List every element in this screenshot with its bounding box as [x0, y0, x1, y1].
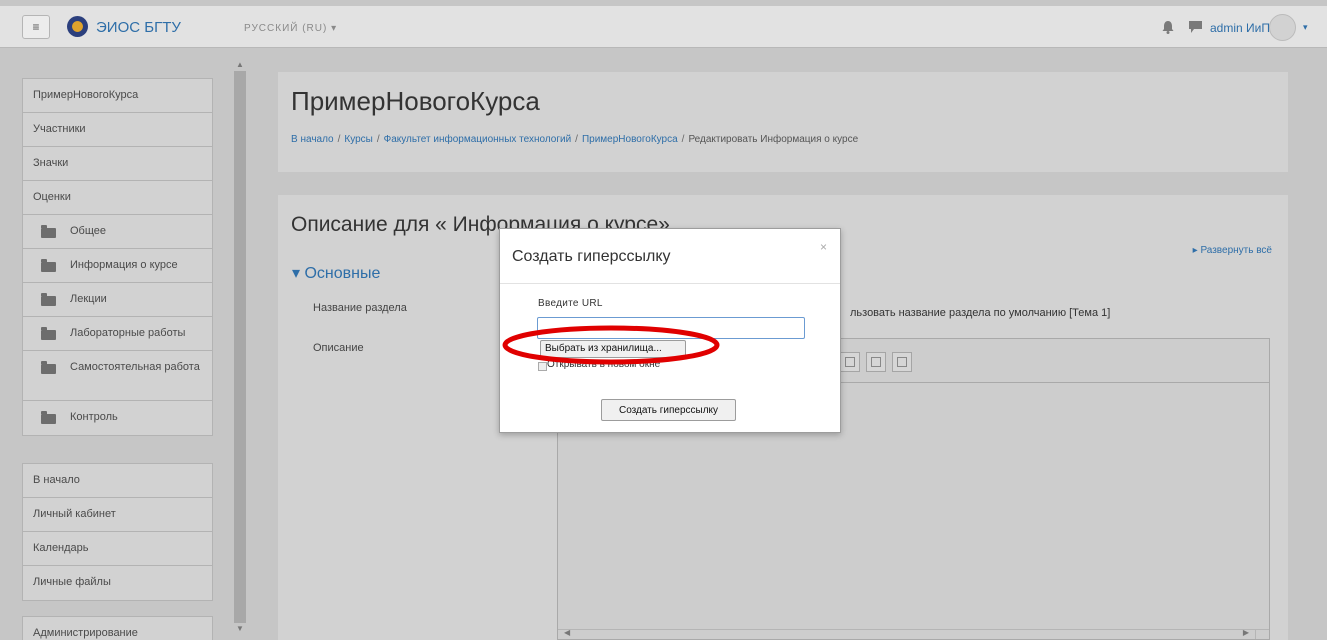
- breadcrumb-faculty[interactable]: Факультет информационных технологий: [384, 134, 572, 145]
- site-navigation: В начало Личный кабинет Календарь Личные…: [22, 463, 213, 601]
- scroll-left-icon[interactable]: ◀: [564, 628, 570, 637]
- expand-all-link[interactable]: ▸ Развернуть всё: [1193, 245, 1272, 256]
- hamburger-icon[interactable]: ≡: [22, 15, 50, 39]
- course-navigation: ПримерНовогоКурса Участники Значки Оценк…: [22, 78, 213, 436]
- folder-icon: [41, 327, 56, 340]
- nav-item-general[interactable]: Общее: [23, 215, 212, 249]
- top-navbar: ≡ ЭИОС БГТУ РУССКИЙ (RU) ▾ admin ИиПО ▾: [0, 6, 1327, 48]
- avatar[interactable]: [1269, 14, 1296, 41]
- section-name-label: Название раздела: [313, 302, 407, 314]
- nav-item-control[interactable]: Контроль: [23, 401, 212, 435]
- chat-icon[interactable]: [1189, 21, 1202, 33]
- logo-icon[interactable]: [67, 16, 88, 37]
- nav-item-administration[interactable]: Администрирование: [23, 617, 212, 640]
- nav-item-lectures[interactable]: Лекции: [23, 283, 212, 317]
- open-new-window-label: Открывать в новом окне: [547, 359, 661, 370]
- nav-item-badges[interactable]: Значки: [23, 147, 212, 181]
- scroll-up-icon[interactable]: ▲: [236, 60, 244, 69]
- scroll-right-icon[interactable]: ▶: [1243, 628, 1249, 637]
- folder-icon: [41, 361, 56, 374]
- folder-icon: [41, 411, 56, 424]
- general-fieldset-toggle[interactable]: ▾ Основные: [292, 263, 380, 283]
- resize-handle[interactable]: [1255, 629, 1269, 639]
- nav-item-labs[interactable]: Лабораторные работы: [23, 317, 212, 351]
- page-header: ПримерНовогоКурса В начало / Курсы / Факульт…: [278, 72, 1288, 172]
- url-input[interactable]: [537, 317, 805, 339]
- description-label: Описание: [313, 342, 364, 354]
- browse-repositories-button[interactable]: Выбрать из хранилища...: [540, 340, 686, 358]
- dialog-title: Создать гиперссылку: [512, 248, 671, 265]
- nav-item-course-info[interactable]: Информация о курсе: [23, 249, 212, 283]
- image-icon[interactable]: [840, 352, 860, 372]
- nav-item-calendar[interactable]: Календарь: [23, 532, 212, 566]
- close-icon[interactable]: ×: [820, 240, 827, 254]
- breadcrumb-course[interactable]: ПримерНовогоКурса: [582, 134, 678, 145]
- folder-icon: [41, 259, 56, 272]
- open-new-window-checkbox[interactable]: [538, 362, 547, 371]
- folder-icon: [41, 293, 56, 306]
- page-title: ПримерНовогоКурса: [291, 86, 540, 116]
- folder-icon: [41, 225, 56, 238]
- bell-icon[interactable]: [1162, 20, 1174, 34]
- breadcrumb-home[interactable]: В начало: [291, 134, 334, 145]
- chevron-down-icon[interactable]: ▾: [1303, 22, 1308, 33]
- breadcrumb-current: Редактировать Информация о курсе: [688, 134, 859, 145]
- nav-item-grades[interactable]: Оценки: [23, 181, 212, 215]
- sidebar-scrollbar[interactable]: ▲ ▼: [232, 57, 248, 640]
- breadcrumb-courses[interactable]: Курсы: [344, 134, 372, 145]
- use-default-name-label[interactable]: льзовать название раздела по умолчанию […: [850, 307, 1110, 319]
- nav-item-private-files[interactable]: Личные файлы: [23, 566, 212, 600]
- media-icon[interactable]: [866, 352, 886, 372]
- editor-scrollbar[interactable]: ◀ ▶: [558, 628, 1269, 639]
- nav-item-participants[interactable]: Участники: [23, 113, 212, 147]
- scrollbar-thumb[interactable]: [234, 71, 246, 623]
- url-label: Введите URL: [538, 298, 603, 309]
- nav-item-dashboard[interactable]: Личный кабинет: [23, 498, 212, 532]
- create-link-button[interactable]: Создать гиперссылку: [601, 399, 736, 421]
- clipboard-icon[interactable]: [892, 352, 912, 372]
- site-brand[interactable]: ЭИОС БГТУ: [96, 19, 181, 36]
- dialog-divider: [500, 283, 840, 284]
- admin-navigation: Администрирование: [22, 616, 213, 640]
- language-selector[interactable]: РУССКИЙ (RU) ▾: [244, 23, 337, 34]
- nav-item-home[interactable]: В начало: [23, 464, 212, 498]
- scroll-down-icon[interactable]: ▼: [236, 624, 244, 633]
- nav-item-course[interactable]: ПримерНовогоКурса: [23, 79, 212, 113]
- create-link-dialog: Создать гиперссылку × Введите URL Выбрат…: [499, 228, 841, 433]
- nav-item-self-study[interactable]: Самостоятельная работа: [23, 351, 212, 401]
- breadcrumb: В начало / Курсы / Факультет информационных …: [291, 134, 859, 145]
